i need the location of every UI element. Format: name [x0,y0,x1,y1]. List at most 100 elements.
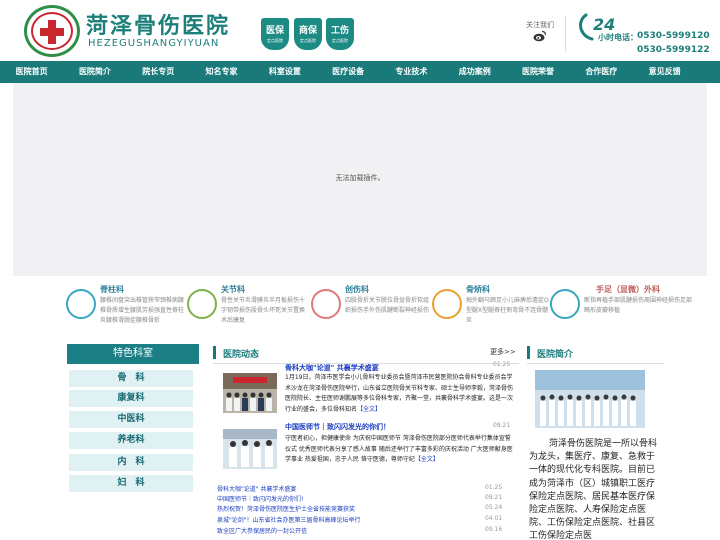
spine-icon [66,289,96,319]
more-link[interactable]: 更多>> [490,347,516,357]
news-summary-text: 1月19日，菏泽市医学会小儿骨科专业委员会暨菏泽市民营医院协会骨科专业委员会学术… [285,374,514,413]
list-item-title[interactable]: 热烈祝贺！菏泽骨伤医院医生护士全省技能竞赛获奖 [217,504,355,513]
nav-item-about[interactable]: 医院简介 [63,61,126,83]
dept-trauma[interactable]: 创伤科 四肢骨折关节脱位骨盆骨折软组织损伤手外伤肌腱断裂神经损伤 [309,281,433,333]
news-summary: 1月19日，菏泽市医学会小儿骨科专业委员会暨菏泽市民营医院协会骨科专业委员会学术… [285,373,515,415]
insurance-badge-commercial: 商保 定点医院 [294,18,322,50]
section-accent-bar [527,346,530,359]
featured-departments-panel: 特色科室 骨 科 康复科 中医科 养老科 内 科 妇 科 [64,342,202,540]
departments-strip: 脊柱科 腰椎间盘突出椎管狭窄颈椎病腰椎骨质增生腰肌劳损强直性脊柱炎腰椎滑脱症腰椎… [64,281,694,333]
hospital-logo-emblem[interactable] [24,5,80,57]
hospital-intro-panel: 医院简介 菏泽骨伤医院是一所以骨科为龙头，集医疗、康复、急救于一体的现代化专科医… [527,342,664,540]
section-rule [527,363,664,364]
dept-desc: 四肢骨折关节脱位骨盆骨折软组织损伤手外伤肌腱断裂神经损伤 [345,297,430,314]
sidebar-item-eldercare[interactable]: 养老科 [69,432,193,449]
nav-item-president[interactable]: 院长专页 [127,61,190,83]
banner-plugin-area: 无法加载插件。 [13,83,707,276]
nav-item-cases[interactable]: 成功案例 [443,61,506,83]
nav-item-home[interactable]: 医院首页 [0,61,63,83]
section-accent-bar [213,346,216,359]
nav-item-cooperation[interactable]: 合作医疗 [570,61,633,83]
sidebar-item-orthopedics[interactable]: 骨 科 [69,370,193,387]
nav-item-feedback[interactable]: 意见反馈 [633,61,696,83]
hand-icon [550,289,580,319]
dept-name: 骨矫科 [466,285,490,294]
badge-label: 医保 [265,26,284,36]
list-item-date: 08.21 [485,494,503,501]
sidebar-item-tcm[interactable]: 中医科 [69,411,193,428]
dept-name: 手足（显微）外科 [596,285,660,294]
dept-hand-foot-surgery[interactable]: 手足（显微）外科 断指再植手部肌腱损伤周围神经损伤足部畸形皮瓣移植 [548,281,692,333]
dept-desc: 断指再植手部肌腱损伤周围神经损伤足部畸形皮瓣移植 [584,297,692,314]
list-item[interactable]: 泉城"论剑"！山东省社会办医第三届骨科高峰论坛举行 04.01 [213,515,519,525]
section-title: 医院动态 [223,350,260,360]
main-nav: 医院首页 医院简介 院长专页 知名专家 科室设置 医疗设备 专业技术 成功案例 … [0,61,720,83]
sidebar-item-gynecology[interactable]: 妇 科 [69,475,193,492]
nav-item-experts[interactable]: 知名专家 [190,61,253,83]
hospital-intro-text: 菏泽骨伤医院是一所以骨科为龙头，集医疗、康复、急救于一体的现代化专科医院。目前已… [529,439,658,540]
header-divider [565,16,566,52]
dept-name: 脊柱科 [100,285,124,294]
hospital-staff-photo[interactable] [535,370,645,428]
phone-number-2: 0530-5999122 [637,45,710,55]
list-item-date: 01.25 [485,484,503,491]
nav-item-technology[interactable]: 专业技术 [380,61,443,83]
badge-sublabel: 定点医院 [332,38,348,43]
badge-sublabel: 定点医院 [300,38,316,43]
dept-desc: 腰椎间盘突出椎管狭窄颈椎病腰椎骨质增生腰肌劳损强直性脊柱炎腰椎滑脱症腰椎骨折 [100,297,185,324]
badge-sublabel: 定点医院 [267,38,283,43]
dept-desc: 骨性关节炎滑膜炎半月板损伤十字韧带损伤股骨头坏死关节置换术后康复 [221,297,306,324]
list-item-date: 09.16 [485,526,503,533]
full-text-link[interactable]: 【全文】 [415,456,439,463]
list-item-title[interactable]: 泉城"论剑"！山东省社会办医第三届骨科高峰论坛举行 [217,515,361,524]
news-date: 08.21 [493,422,511,429]
sidebar-item-internal[interactable]: 内 科 [69,454,193,471]
phone-number-1: 0530-5999120 [637,31,710,41]
badge-label: 工伤 [330,26,349,36]
logo-title[interactable]: 菏泽骨伤医院 [86,8,230,40]
nav-item-equipment[interactable]: 医疗设备 [316,61,379,83]
dept-orthopedic-correction[interactable]: 骨矫科 拇外翻马蹄足小儿麻痹后遗症O型腿X型腿脊柱侧弯骨不连骨髓炎 [430,281,554,333]
news-thumbnail-doctors-photo[interactable] [223,429,277,469]
dept-name: 关节科 [221,285,245,294]
logo-subtitle: HEZEGUSHANGYIYUAN [88,38,220,49]
runner-icon [432,289,462,319]
sidebar-item-rehab[interactable]: 康复科 [69,390,193,407]
follow-us-label: 关注我们 [526,21,554,29]
news-summary: 守医者初心，担健康使命 为庆祝中国医师节 菏泽骨伤医院部分医师代表举行集体宣誓仪… [285,434,515,476]
weibo-icon[interactable] [533,30,547,42]
nav-item-honors[interactable]: 医院荣誉 [506,61,569,83]
dept-joint[interactable]: 关节科 骨性关节炎滑膜炎半月板损伤十字韧带损伤股骨头坏死关节置换术后康复 [185,281,309,333]
panel-title: 特色科室 [67,344,199,364]
news-thumbnail-group-photo[interactable] [223,373,277,413]
list-item[interactable]: 中国医师节｜致闪闪发光的你们! 08.21 [213,494,519,504]
news-headline[interactable]: 骨科大咖"论道" 共襄学术盛宴 [285,363,379,373]
dept-desc: 拇外翻马蹄足小儿麻痹后遗症O型腿X型腿脊柱侧弯骨不连骨髓炎 [466,297,549,324]
badge-label: 商保 [298,26,317,36]
hours-label: 小时电话： [598,33,638,42]
trauma-icon [311,289,341,319]
list-item-date: 04.01 [485,515,503,522]
site-header: 菏泽骨伤医院 HEZEGUSHANGYIYUAN 医保 定点医院 商保 定点医院… [0,0,720,60]
joint-icon [187,289,217,319]
list-item-date: 05.24 [485,504,503,511]
list-item[interactable]: 骨科大咖"论道" 共襄学术盛宴 01.25 [213,484,519,494]
dept-spine[interactable]: 脊柱科 腰椎间盘突出椎管狭窄颈椎病腰椎骨质增生腰肌劳损强直性脊柱炎腰椎滑脱症腰椎… [64,281,188,333]
list-item[interactable]: 热烈祝贺！菏泽骨伤医院医生护士全省技能竞赛获奖 05.24 [213,504,519,514]
news-date: 01.25 [493,361,511,368]
list-item[interactable]: 致全区广大参保居民的一封公开信 09.16 [213,526,519,536]
logo-cross-bar [40,28,64,36]
news-summary-text: 守医者初心，担健康使命 为庆祝中国医师节 菏泽骨伤医院部分医师代表举行集体宣誓仪… [285,435,513,463]
section-title: 医院简介 [537,350,574,360]
dept-name: 创伤科 [345,285,369,294]
nav-item-departments[interactable]: 科室设置 [253,61,316,83]
list-item-title[interactable]: 骨科大咖"论道" 共襄学术盛宴 [217,484,296,493]
insurance-badge-workinjury: 工伤 定点医院 [326,18,354,50]
hospital-news-panel: 医院动态 更多>> 01.25 骨科大咖"论道" 共襄学术盛宴 1月19日，菏泽… [213,342,519,540]
list-item-title[interactable]: 致全区广大参保居民的一封公开信 [217,526,307,535]
full-text-link[interactable]: 【全文】 [357,406,381,413]
list-item-title[interactable]: 中国医师节｜致闪闪发光的你们! [217,494,303,503]
news-headline[interactable]: 中国医师节｜致闪闪发光的你们！ [285,422,390,432]
plugin-error-message: 无法加载插件。 [335,174,385,182]
insurance-badge-medical: 医保 定点医院 [261,18,289,50]
